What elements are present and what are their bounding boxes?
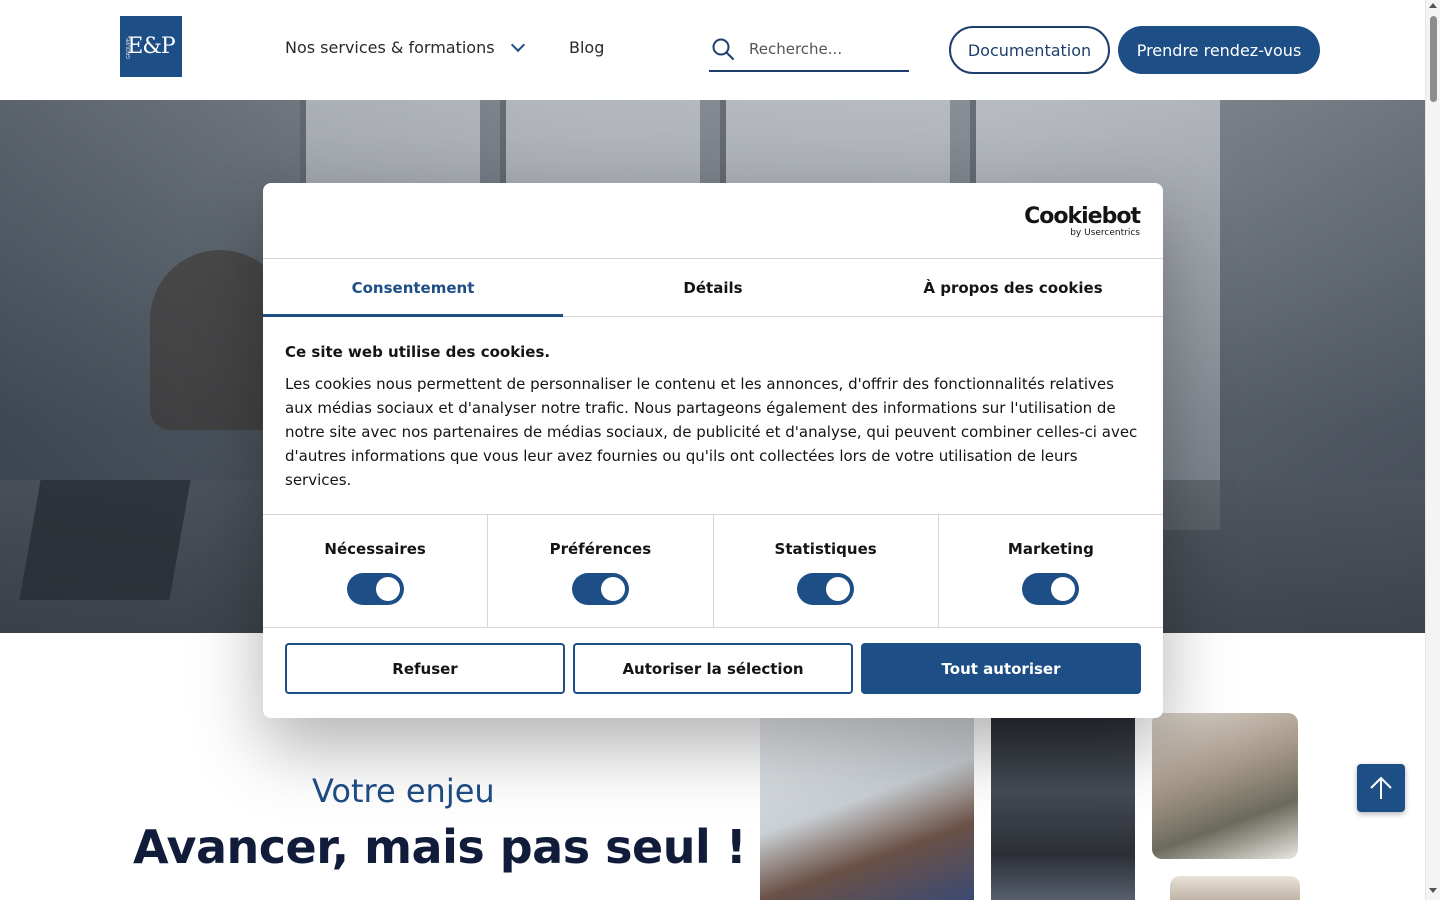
dialog-heading: Ce site web utilise des cookies. bbox=[285, 343, 551, 361]
preferences-switch[interactable] bbox=[571, 573, 629, 605]
tab-consent[interactable]: Consentement bbox=[263, 259, 563, 317]
cookie-consent-dialog: Cookiebot by Usercentrics Consentement D… bbox=[263, 183, 1163, 718]
dialog-tabs: Consentement Détails À propos des cookie… bbox=[263, 259, 1163, 317]
photo-collage-image bbox=[760, 718, 974, 900]
cookiebot-logo: Cookiebot by Usercentrics bbox=[1024, 204, 1141, 239]
toggle-marketing: Marketing bbox=[939, 515, 1163, 627]
cookiebot-brand: Cookiebot bbox=[1024, 204, 1141, 229]
site-header: GROUPE E&P Nos services & formations Blo… bbox=[0, 0, 1425, 100]
toggle-label: Préférences bbox=[549, 540, 652, 558]
photo-collage-image bbox=[1152, 713, 1298, 859]
switch-knob bbox=[600, 577, 625, 601]
allow-selection-button[interactable]: Autoriser la sélection bbox=[573, 643, 853, 694]
page-scrollbar[interactable] bbox=[1425, 0, 1440, 900]
nav-services-label: Nos services & formations bbox=[285, 38, 495, 57]
marketing-switch[interactable] bbox=[1022, 573, 1080, 605]
nav-services-menu[interactable]: Nos services & formations bbox=[285, 37, 525, 57]
section-title: Avancer, mais pas seul ! bbox=[133, 820, 747, 874]
dialog-content: Ce site web utilise des cookies. Les coo… bbox=[263, 317, 1163, 515]
toggle-necessary: Nécessaires bbox=[263, 515, 489, 627]
allow-all-button[interactable]: Tout autoriser bbox=[861, 643, 1141, 694]
section-subtitle: Votre enjeu bbox=[312, 772, 495, 810]
appointment-button[interactable]: Prendre rendez-vous bbox=[1118, 26, 1320, 74]
scrollbar-thumb[interactable] bbox=[1430, 16, 1437, 102]
dialog-body-text: Les cookies nous permettent de personnal… bbox=[285, 375, 1138, 489]
toggle-label: Nécessaires bbox=[324, 540, 426, 558]
logo-text: E&P bbox=[127, 34, 175, 59]
search-input[interactable] bbox=[749, 40, 899, 58]
photo-collage-image bbox=[1170, 876, 1300, 900]
toggle-preferences: Préférences bbox=[488, 515, 714, 627]
toggle-statistics: Statistiques bbox=[714, 515, 939, 627]
toggle-label: Statistiques bbox=[774, 540, 877, 558]
switch-knob bbox=[375, 577, 400, 601]
hero-laptop bbox=[19, 480, 191, 600]
tab-about-cookies[interactable]: À propos des cookies bbox=[863, 259, 1163, 316]
scroll-up-arrow-icon[interactable] bbox=[1429, 3, 1437, 8]
consent-toggles: Nécessaires Préférences Statistiques Mar… bbox=[263, 515, 1163, 628]
switch-knob bbox=[1051, 577, 1076, 601]
back-to-top-button[interactable] bbox=[1357, 764, 1405, 812]
nav-blog-link[interactable]: Blog bbox=[569, 38, 604, 57]
cookiebot-brand-sub: by Usercentrics bbox=[1070, 228, 1140, 238]
refuse-button[interactable]: Refuser bbox=[285, 643, 565, 694]
arrow-up-icon bbox=[1370, 776, 1392, 799]
statistics-switch[interactable] bbox=[797, 573, 855, 605]
chevron-down-icon bbox=[510, 37, 525, 52]
toggle-label: Marketing bbox=[1007, 540, 1094, 558]
site-logo[interactable]: GROUPE E&P bbox=[120, 16, 182, 77]
documentation-button[interactable]: Documentation bbox=[949, 26, 1110, 74]
dialog-actions: Refuser Autoriser la sélection Tout auto… bbox=[263, 628, 1163, 694]
tab-details[interactable]: Détails bbox=[563, 259, 863, 316]
search-icon[interactable] bbox=[711, 37, 735, 61]
photo-collage-image bbox=[991, 718, 1135, 900]
search-bar bbox=[709, 28, 909, 72]
dialog-header: Cookiebot by Usercentrics bbox=[263, 183, 1163, 259]
necessary-switch[interactable] bbox=[346, 573, 404, 605]
switch-knob bbox=[826, 577, 851, 601]
scroll-down-arrow-icon[interactable] bbox=[1429, 888, 1437, 893]
logo-side-text: GROUPE bbox=[126, 38, 132, 60]
